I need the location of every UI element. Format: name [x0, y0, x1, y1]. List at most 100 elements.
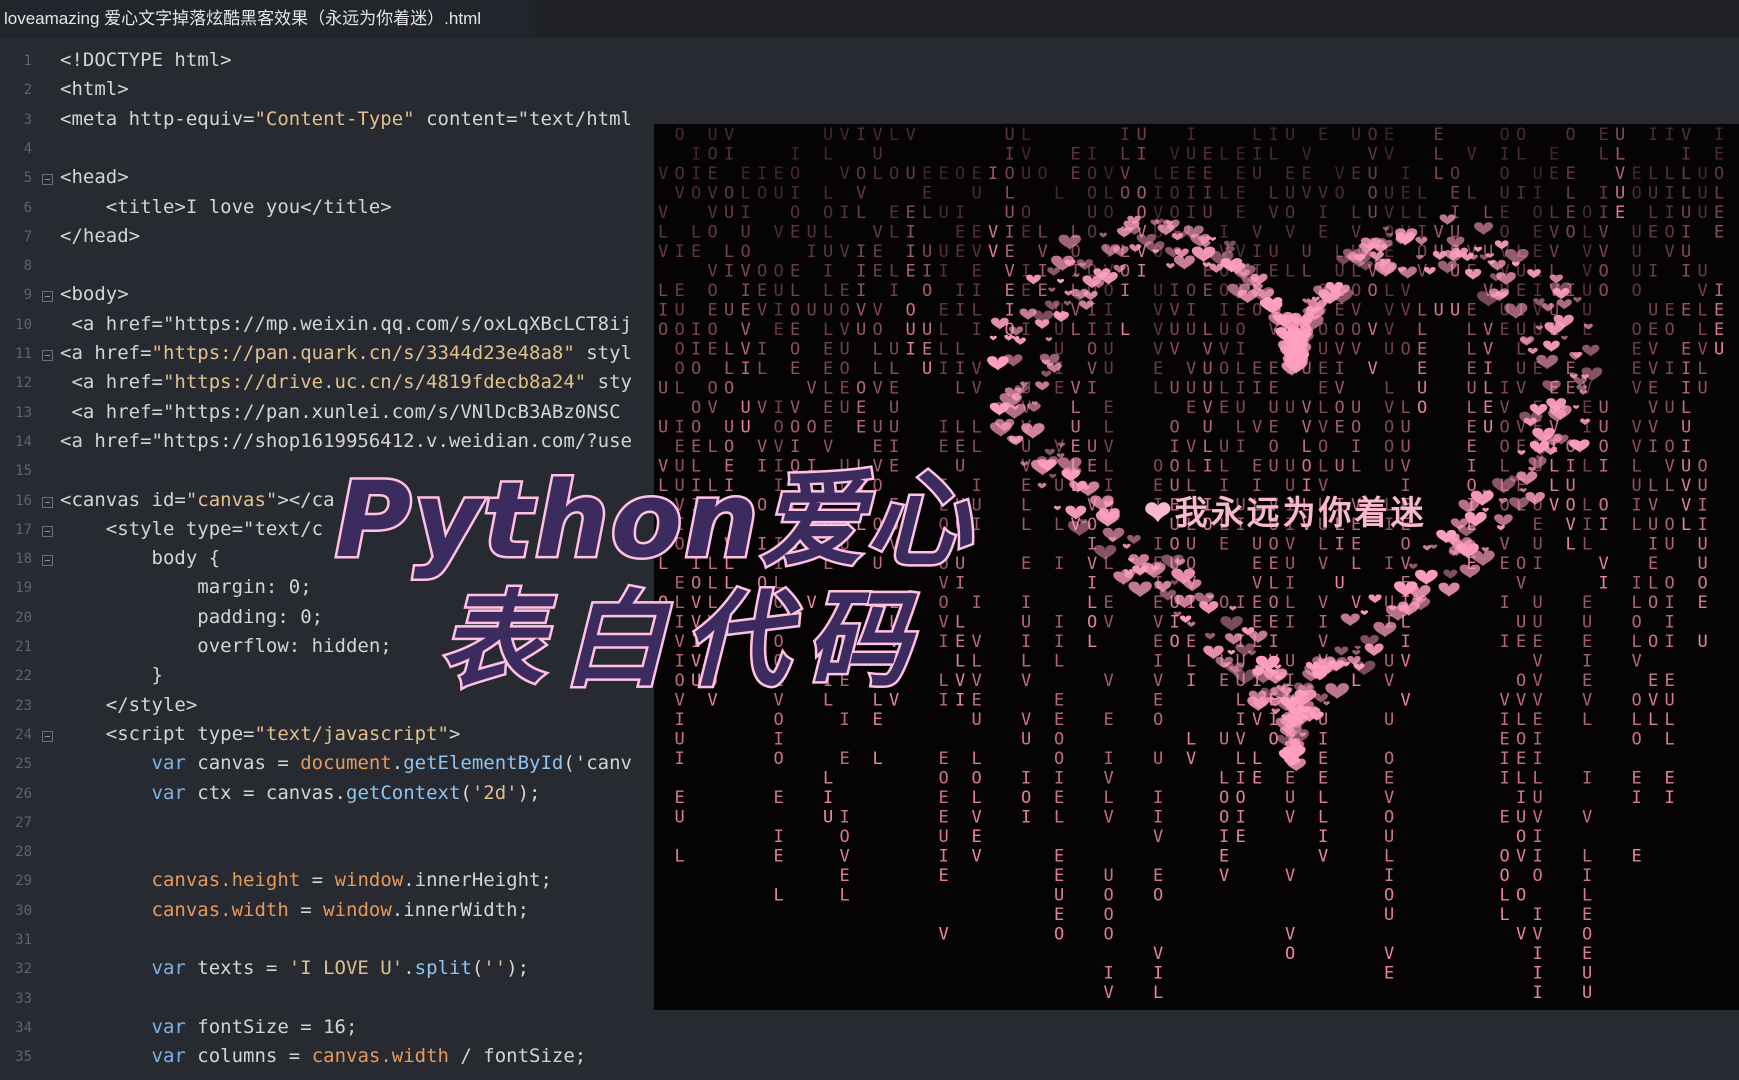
heart-particle — [1093, 544, 1117, 561]
heart-particle — [1458, 499, 1480, 514]
line-number: 1 — [23, 53, 32, 69]
heart-particle — [987, 356, 1009, 371]
heart-particle — [1527, 269, 1541, 279]
code-line: <html> — [60, 78, 129, 101]
line-number: 24 — [15, 726, 32, 743]
code-line: <title>I love you</title> — [60, 195, 392, 218]
fold-toggle-icon[interactable] — [42, 174, 53, 186]
heart-particle — [1459, 564, 1481, 579]
heart-particle — [1173, 611, 1182, 617]
heart-particle — [1386, 232, 1393, 237]
code-line: body { — [60, 547, 221, 570]
heart-particle — [1579, 390, 1587, 396]
heart-particle — [1009, 326, 1024, 337]
code-line: <script type="text/javascript"> — [60, 722, 461, 745]
heart-particle — [1519, 488, 1527, 493]
heart-particle — [1173, 255, 1195, 270]
heart-particle — [1544, 322, 1565, 336]
heart-particle — [1550, 282, 1572, 297]
heart-particle — [1517, 450, 1526, 456]
heart-particle — [1416, 254, 1424, 260]
heart-particle — [1099, 232, 1108, 238]
heart-particle — [1423, 267, 1436, 276]
code-line: </style> — [60, 693, 198, 716]
heart-particle — [991, 317, 1009, 330]
heart-particle — [1021, 423, 1045, 440]
heart-particle — [1047, 267, 1061, 277]
heart-particle — [1334, 646, 1349, 656]
line-number: 14 — [15, 433, 32, 450]
line-number: 13 — [15, 404, 32, 421]
heart-particle — [1516, 471, 1538, 486]
code-line: <!DOCTYPE html> — [60, 49, 232, 71]
line-number: 31 — [15, 932, 32, 948]
line-number: 11 — [15, 346, 32, 362]
heart-particle — [1494, 514, 1513, 527]
fold-toggle-icon[interactable] — [42, 525, 53, 537]
heart-particle — [1498, 498, 1508, 504]
heart-particle — [1078, 300, 1094, 311]
heart-particle — [1067, 520, 1092, 537]
fold-toggle-icon[interactable] — [42, 730, 53, 742]
heart-particle — [1368, 594, 1382, 604]
heart-particle — [1045, 337, 1053, 342]
heart-particle — [1541, 303, 1555, 312]
heart-particle — [1174, 594, 1195, 609]
heart-particle — [1113, 264, 1126, 274]
fold-toggle-icon[interactable] — [42, 291, 53, 303]
heart-particle — [1549, 274, 1564, 284]
heart-particle — [1360, 610, 1369, 616]
heart-particle — [1543, 340, 1560, 353]
line-number: 25 — [15, 756, 32, 773]
line-number: 22 — [15, 668, 32, 685]
heart-particle — [1525, 491, 1545, 506]
heart-particle — [1430, 544, 1438, 550]
heart-particle — [1573, 296, 1582, 303]
heart-particle — [1044, 300, 1060, 311]
heart-particle — [1128, 581, 1152, 598]
heart-particle — [1053, 505, 1061, 511]
heart-particle — [1122, 543, 1131, 550]
heart-particle — [1340, 613, 1360, 627]
file-tab[interactable]: loveamazing 爱心文字掉落炫酷黑客效果（永远为你着迷）.html — [0, 0, 535, 38]
heart-particle — [1527, 347, 1538, 355]
heart-particle — [1505, 248, 1529, 265]
line-number: 26 — [15, 785, 32, 802]
heart-particle — [1473, 246, 1483, 253]
heart-particle — [1065, 505, 1087, 520]
heart-particle — [1076, 259, 1093, 271]
code-line: <a href="https://pan.quark.cn/s/3344d23e… — [60, 342, 632, 364]
heart-particle — [1041, 370, 1052, 378]
heart-particle — [1204, 632, 1216, 640]
line-number: 19 — [15, 580, 32, 597]
heart-particle — [1229, 605, 1237, 611]
heart-particle — [1354, 645, 1361, 650]
fold-toggle-icon[interactable] — [42, 350, 53, 361]
heart-particle — [1544, 446, 1558, 456]
heart-particle — [1582, 344, 1600, 357]
heart-particle — [1572, 405, 1580, 410]
heart-particle — [1535, 325, 1543, 331]
heart-particle — [1325, 683, 1349, 700]
code-line: canvas.height = window.innerHeight; — [151, 869, 552, 892]
code-line: <meta http-equiv="Content-Type" content=… — [60, 107, 632, 130]
heart-particle — [1471, 550, 1495, 567]
code-line: <body> — [60, 283, 129, 306]
code-line: <a href="https://drive.uc.cn/s/4819fdecb… — [60, 371, 632, 394]
heart-message: ❤我永远为你着迷 — [1144, 493, 1427, 532]
heart-particle — [1127, 535, 1141, 545]
heart-particle — [1542, 380, 1561, 393]
heart-particle — [1580, 418, 1591, 426]
fold-toggle-icon[interactable] — [42, 555, 53, 567]
heart-particle — [1422, 545, 1432, 551]
code-line: <canvas id="canvas"></ca — [60, 488, 335, 511]
heart-particle — [1437, 260, 1457, 274]
heart-particle — [1504, 303, 1528, 320]
heart-particle — [1443, 569, 1458, 580]
line-number: 16 — [15, 492, 32, 509]
line-number: 23 — [15, 697, 32, 714]
fold-toggle-icon[interactable] — [42, 496, 53, 508]
line-number: 4 — [23, 140, 32, 157]
heart-particle — [1199, 601, 1219, 615]
code-line: } — [60, 664, 163, 687]
